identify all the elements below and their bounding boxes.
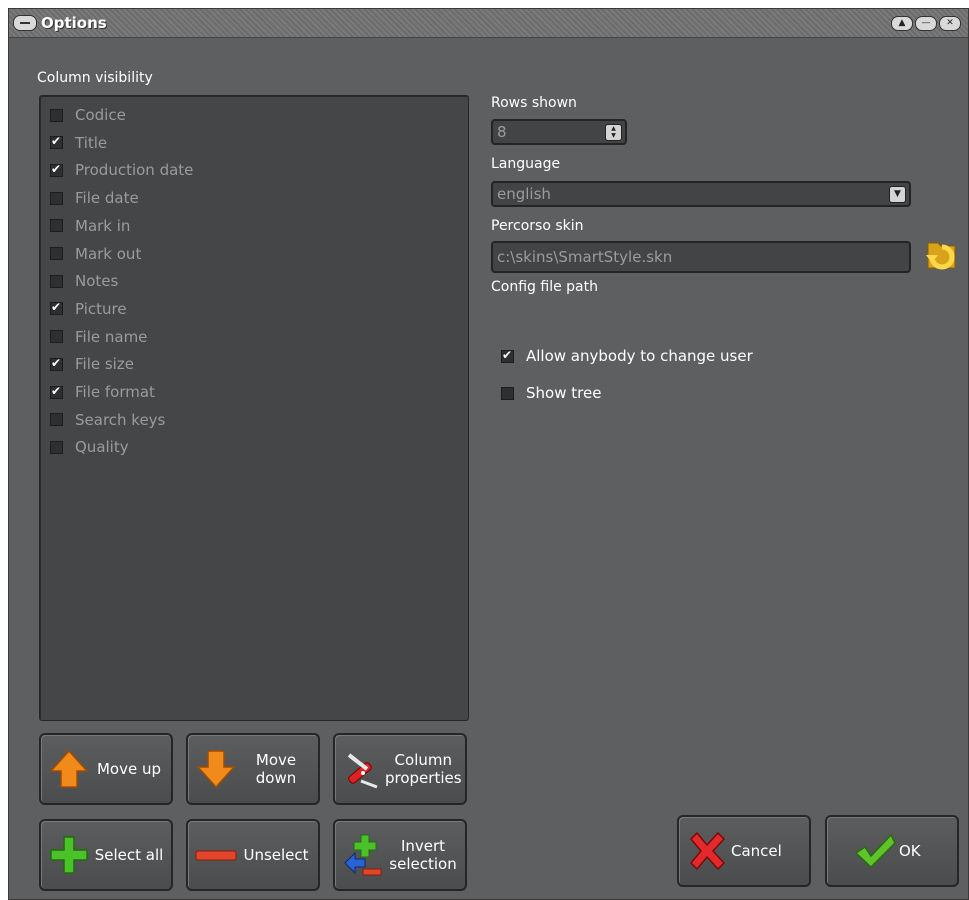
- checkbox-icon[interactable]: [50, 191, 63, 205]
- orange-up-arrow-icon: [49, 749, 89, 788]
- column-item-label: File format: [75, 383, 155, 401]
- column-item-label: File size: [75, 355, 134, 374]
- move-down-label: Move down: [255, 751, 297, 787]
- column-item-label: Mark in: [75, 216, 131, 235]
- rows-shown-spinner[interactable]: 8 ▲ ▼: [491, 119, 627, 145]
- column-item[interactable]: File format: [50, 381, 155, 403]
- language-value: english: [497, 185, 551, 203]
- column-item[interactable]: Picture: [50, 298, 127, 320]
- maximize-button[interactable]: ▲: [891, 16, 913, 31]
- column-item[interactable]: Quality: [50, 436, 129, 458]
- column-visibility-list[interactable]: Codice Title Production date File date Mark …: [39, 95, 469, 721]
- move-up-label: Move up: [96, 760, 162, 778]
- move-up-button[interactable]: Move up: [39, 733, 173, 805]
- skin-path-input[interactable]: c:\skins\SmartStyle.skn: [491, 241, 911, 273]
- allow-change-user-checkbox[interactable]: Allow anybody to change user: [501, 347, 753, 365]
- move-down-button[interactable]: Move down: [186, 733, 320, 805]
- swiss-knife-icon: [347, 753, 378, 789]
- show-tree-label: Show tree: [526, 384, 602, 402]
- red-minus-icon: [195, 850, 237, 861]
- column-item[interactable]: Title: [50, 132, 107, 154]
- minimize-button[interactable]: —: [915, 16, 937, 31]
- column-item-label: Production date: [75, 161, 194, 180]
- options-window: Options ▲ — ✕ Column visibility Codice Ti…: [8, 8, 969, 900]
- checkbox-icon[interactable]: [50, 274, 63, 288]
- checkbox-icon[interactable]: [50, 440, 63, 454]
- column-item[interactable]: File size: [50, 353, 134, 375]
- checkbox-icon[interactable]: [50, 108, 63, 122]
- column-item-label: Picture: [75, 299, 127, 318]
- column-item[interactable]: Codice: [50, 104, 126, 126]
- window-menu-icon[interactable]: [13, 15, 37, 31]
- checkbox-icon[interactable]: [50, 330, 63, 344]
- cancel-button[interactable]: Cancel: [677, 815, 811, 887]
- checkbox-icon[interactable]: [50, 219, 63, 233]
- column-item-label: Codice: [75, 106, 126, 124]
- checkbox-icon[interactable]: [50, 247, 63, 260]
- column-item-label: Title: [75, 133, 108, 152]
- column-item-label: File name: [75, 327, 148, 346]
- column-properties-button[interactable]: Column properties: [333, 733, 467, 805]
- language-select[interactable]: english ▼: [491, 181, 911, 207]
- column-item-label: Mark out: [75, 244, 142, 263]
- column-item[interactable]: Mark out: [50, 243, 141, 265]
- column-item-label: File date: [75, 189, 139, 208]
- green-check-icon: [854, 833, 896, 869]
- invert-arrows-icon: [344, 834, 382, 876]
- column-item[interactable]: Mark in: [50, 215, 130, 237]
- spinner-arrows-icon[interactable]: ▲ ▼: [605, 124, 622, 141]
- select-all-label: Select all: [94, 846, 164, 864]
- chevron-down-icon[interactable]: ▼: [889, 186, 906, 203]
- column-item[interactable]: Notes: [50, 270, 118, 292]
- column-item-label: Quality: [75, 438, 129, 457]
- allow-change-user-label: Allow anybody to change user: [526, 347, 753, 365]
- close-button[interactable]: ✕: [939, 16, 961, 31]
- show-tree-checkbox[interactable]: Show tree: [501, 384, 601, 402]
- red-x-icon: [689, 831, 726, 871]
- checkbox-icon[interactable]: [50, 134, 63, 150]
- column-item-label: Search keys: [75, 410, 166, 429]
- title-bar[interactable]: Options ▲ — ✕: [9, 9, 968, 38]
- checkbox-icon[interactable]: [501, 348, 514, 363]
- column-properties-label: Column properties: [385, 751, 462, 787]
- rows-shown-label: Rows shown: [491, 95, 577, 111]
- unselect-label: Unselect: [243, 846, 309, 864]
- folder-refresh-icon[interactable]: [922, 233, 962, 273]
- ok-label: OK: [899, 842, 921, 860]
- green-plus-icon: [50, 836, 88, 874]
- invert-selection-button[interactable]: Invert selection: [333, 819, 467, 891]
- checkbox-icon[interactable]: [50, 413, 63, 427]
- language-label: Language: [491, 156, 561, 172]
- column-item-label: Notes: [75, 272, 119, 291]
- ok-button[interactable]: OK: [825, 815, 959, 887]
- checkbox-icon[interactable]: [50, 162, 63, 177]
- cancel-label: Cancel: [731, 842, 782, 860]
- checkbox-icon[interactable]: [501, 386, 514, 400]
- column-item[interactable]: File name: [50, 326, 147, 348]
- unselect-button[interactable]: Unselect: [186, 819, 320, 891]
- column-item[interactable]: Search keys: [50, 409, 165, 431]
- orange-down-arrow-icon: [196, 750, 236, 789]
- checkbox-icon[interactable]: [50, 384, 63, 399]
- select-all-button[interactable]: Select all: [39, 819, 173, 891]
- checkbox-icon[interactable]: [50, 300, 63, 316]
- column-item[interactable]: File date: [50, 187, 139, 209]
- window-title: Options: [41, 14, 107, 32]
- invert-selection-label: Invert selection: [389, 837, 457, 873]
- rows-shown-value: 8: [497, 123, 507, 141]
- config-file-path-label: Config file path: [491, 279, 598, 295]
- skin-path-value: c:\skins\SmartStyle.skn: [497, 248, 673, 266]
- column-item[interactable]: Production date: [50, 159, 193, 181]
- column-visibility-label: Column visibility: [37, 70, 153, 86]
- skin-path-label: Percorso skin: [491, 218, 584, 234]
- checkbox-icon[interactable]: [50, 356, 63, 371]
